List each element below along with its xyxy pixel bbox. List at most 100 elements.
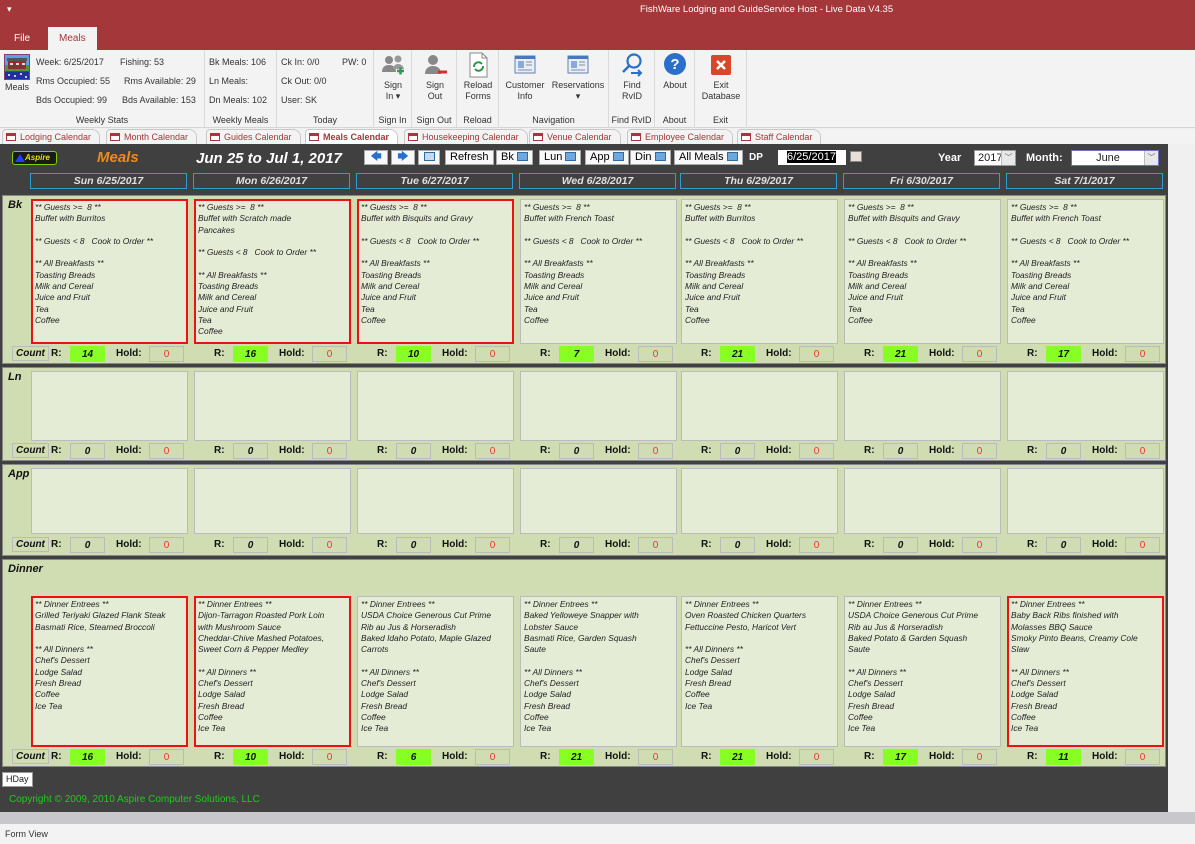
hold-count-field[interactable]: 0 <box>962 537 997 553</box>
quick-access-toolbar-icon[interactable]: ▾ <box>7 4 12 15</box>
hold-count-field[interactable]: 0 <box>962 749 997 765</box>
menu-textbox[interactable]: ** Dinner Entrees ** Oven Roasted Chicke… <box>681 596 838 747</box>
reservation-count-field[interactable]: 10 <box>396 346 431 362</box>
reservation-count-field[interactable]: 16 <box>233 346 268 362</box>
menu-textbox[interactable] <box>357 371 514 441</box>
reservation-count-field[interactable]: 0 <box>396 537 431 553</box>
menu-textbox[interactable] <box>1007 371 1164 441</box>
sign-out-button[interactable]: Sign Out <box>420 52 450 102</box>
reservation-count-field[interactable]: 6 <box>396 749 431 765</box>
menu-textbox[interactable]: ** Guests >= 8 ** Buffet with French Toa… <box>520 199 677 344</box>
reservation-count-field[interactable]: 21 <box>559 749 594 765</box>
reservation-count-field[interactable]: 0 <box>883 537 918 553</box>
hold-count-field[interactable]: 0 <box>799 537 834 553</box>
hold-count-field[interactable]: 0 <box>638 537 673 553</box>
hold-count-field[interactable]: 0 <box>638 443 673 459</box>
tab-staff-calendar[interactable]: Staff Calendar <box>737 129 822 144</box>
bk-report-button[interactable]: Bk <box>496 150 533 165</box>
menu-textbox[interactable] <box>31 371 188 441</box>
sign-in-button[interactable]: Sign In ▾ <box>378 52 408 102</box>
hold-count-field[interactable]: 0 <box>799 749 834 765</box>
hold-count-field[interactable]: 0 <box>149 346 184 362</box>
reservation-count-field[interactable]: 0 <box>883 443 918 459</box>
reservation-count-field[interactable]: 17 <box>1046 346 1081 362</box>
hold-count-field[interactable]: 0 <box>312 443 347 459</box>
menu-textbox[interactable]: ** Guests >= 8 ** Buffet with Bisquits a… <box>844 199 1001 344</box>
reservation-count-field[interactable]: 14 <box>70 346 105 362</box>
menu-textbox[interactable]: ** Dinner Entrees ** Grilled Teriyaki Gl… <box>31 596 188 747</box>
menu-textbox[interactable] <box>844 468 1001 534</box>
menu-textbox[interactable] <box>844 371 1001 441</box>
menu-textbox[interactable]: ** Dinner Entrees ** USDA Choice Generou… <box>357 596 514 747</box>
reservation-count-field[interactable]: 21 <box>720 749 755 765</box>
reservation-count-field[interactable]: 0 <box>1046 443 1081 459</box>
din-report-button[interactable]: Din <box>630 150 671 165</box>
reservation-count-field[interactable]: 0 <box>233 537 268 553</box>
hold-count-field[interactable]: 0 <box>1125 537 1160 553</box>
menu-textbox[interactable] <box>357 468 514 534</box>
chevron-down-icon[interactable]: ﹀ <box>1001 151 1015 165</box>
tab-employee-calendar[interactable]: Employee Calendar <box>627 129 734 144</box>
menu-textbox[interactable] <box>194 468 351 534</box>
reservation-count-field[interactable]: 0 <box>1046 537 1081 553</box>
tab-venue-calendar[interactable]: Venue Calendar <box>529 129 621 144</box>
hold-count-field[interactable]: 0 <box>638 346 673 362</box>
hold-count-field[interactable]: 0 <box>1125 346 1160 362</box>
reservation-count-field[interactable]: 0 <box>720 443 755 459</box>
hold-count-field[interactable]: 0 <box>312 537 347 553</box>
tab-housekeeping-calendar[interactable]: Housekeeping Calendar <box>404 129 528 144</box>
menu-textbox[interactable]: ** Guests >= 8 ** Buffet with Burritos *… <box>31 199 188 344</box>
menu-textbox[interactable]: ** Guests >= 8 ** Buffet with Burritos *… <box>681 199 838 344</box>
reservation-count-field[interactable]: 21 <box>720 346 755 362</box>
lun-report-button[interactable]: Lun <box>539 150 582 165</box>
app-report-button[interactable]: App <box>585 150 629 165</box>
menu-textbox[interactable]: ** Dinner Entrees ** Baked Yelloweye Sna… <box>520 596 677 747</box>
dp-date-input[interactable]: 6/25/2017 <box>778 150 846 165</box>
reload-forms-button[interactable]: Reload Forms <box>461 52 495 102</box>
reservation-count-field[interactable]: 0 <box>720 537 755 553</box>
menu-textbox[interactable]: ** Guests >= 8 ** Buffet with French Toa… <box>1007 199 1164 344</box>
hold-count-field[interactable]: 0 <box>799 346 834 362</box>
hold-count-field[interactable]: 0 <box>312 346 347 362</box>
menu-textbox[interactable]: ** Dinner Entrees ** Baby Back Ribs fini… <box>1007 596 1164 747</box>
hold-count-field[interactable]: 0 <box>475 537 510 553</box>
reservation-count-field[interactable]: 0 <box>559 443 594 459</box>
menu-textbox[interactable] <box>520 371 677 441</box>
hold-count-field[interactable]: 0 <box>638 749 673 765</box>
hold-count-field[interactable]: 0 <box>1125 749 1160 765</box>
reservation-count-field[interactable]: 0 <box>70 537 105 553</box>
hold-count-field[interactable]: 0 <box>962 346 997 362</box>
hold-count-field[interactable]: 0 <box>149 537 184 553</box>
reservation-count-field[interactable]: 0 <box>396 443 431 459</box>
tab-month-calendar[interactable]: Month Calendar <box>106 129 198 144</box>
tab-lodging-calendar[interactable]: Lodging Calendar <box>2 129 101 144</box>
hold-count-field[interactable]: 0 <box>312 749 347 765</box>
menu-textbox[interactable] <box>31 468 188 534</box>
hold-count-field[interactable]: 0 <box>475 749 510 765</box>
menu-textbox[interactable] <box>1007 468 1164 534</box>
reservation-count-field[interactable]: 0 <box>233 443 268 459</box>
find-rvid-button[interactable]: Find RvID <box>616 52 648 102</box>
hold-count-field[interactable]: 0 <box>475 443 510 459</box>
prev-week-button[interactable]: 🡄 <box>364 150 388 165</box>
hold-count-field[interactable]: 0 <box>149 749 184 765</box>
meals-button[interactable]: Meals <box>4 54 30 93</box>
menu-textbox[interactable] <box>520 468 677 534</box>
menu-textbox[interactable]: ** Dinner Entrees ** USDA Choice Generou… <box>844 596 1001 747</box>
hold-count-field[interactable]: 0 <box>962 443 997 459</box>
reservation-count-field[interactable]: 0 <box>70 443 105 459</box>
calendar-button[interactable] <box>418 150 440 165</box>
about-button[interactable]: ? About <box>659 52 691 91</box>
reservation-count-field[interactable]: 10 <box>233 749 268 765</box>
reservation-count-field[interactable]: 21 <box>883 346 918 362</box>
reservation-count-field[interactable]: 0 <box>559 537 594 553</box>
exit-database-button[interactable]: Exit Database <box>701 52 741 102</box>
all-meals-report-button[interactable]: All Meals <box>674 150 743 165</box>
menu-textbox[interactable] <box>194 371 351 441</box>
menu-textbox[interactable] <box>681 371 838 441</box>
menu-textbox[interactable]: ** Guests >= 8 ** Buffet with Bisquits a… <box>357 199 514 344</box>
ribbon-tab-meals[interactable]: Meals <box>48 27 97 51</box>
hold-count-field[interactable]: 0 <box>799 443 834 459</box>
hold-count-field[interactable]: 0 <box>149 443 184 459</box>
reservation-count-field[interactable]: 11 <box>1046 749 1081 765</box>
